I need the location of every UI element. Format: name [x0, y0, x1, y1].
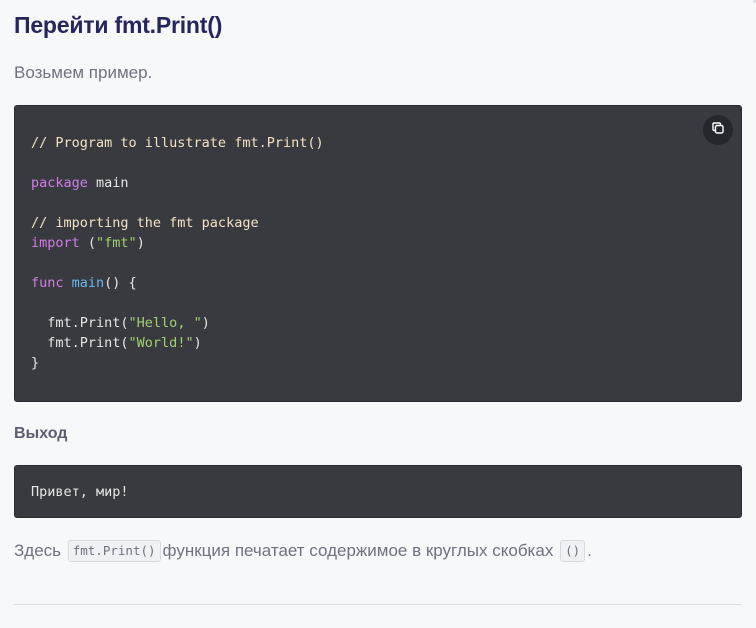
code-text: ) [193, 335, 202, 351]
copy-icon [711, 121, 725, 140]
code-comment: // Program to illustrate fmt.Print() [31, 135, 324, 151]
code-keyword: func [31, 275, 64, 291]
output-text[interactable]: Привет, мир! [31, 483, 129, 501]
explanation-middle: функция печатает содержимое в круглых ск… [162, 541, 554, 560]
output-block: Привет, мир! [14, 465, 742, 518]
explanation-text: Здесь fmt.Print() функция печатает содерж… [14, 539, 592, 563]
code-string: "World!" [128, 335, 194, 351]
code-text: fmt.Print( [31, 335, 129, 351]
section-divider [14, 604, 742, 605]
page-title: Перейти fmt.Print() [14, 12, 223, 38]
code-string: "fmt" [96, 235, 137, 251]
code-content[interactable]: // Program to illustrate fmt.Print() pac… [31, 133, 324, 373]
code-text: main [87, 175, 129, 191]
output-heading: Выход [14, 425, 68, 442]
explanation-before: Здесь [14, 541, 61, 560]
code-text: fmt.Print( [31, 315, 129, 331]
code-block: // Program to illustrate fmt.Print() pac… [14, 105, 742, 402]
code-text: ) [136, 235, 145, 251]
code-text: () { [104, 275, 137, 291]
code-string: "Hello, " [128, 315, 202, 331]
inline-code-fmt-print: fmt.Print() [67, 540, 161, 562]
code-comment: // importing the fmt package [31, 215, 259, 231]
copy-code-button[interactable] [703, 115, 733, 145]
code-text: ( [79, 235, 97, 251]
inline-code-parentheses: () [560, 540, 586, 562]
explanation-after: . [587, 541, 592, 560]
code-keyword: import [31, 235, 80, 251]
code-keyword: package [31, 175, 88, 191]
intro-text: Возьмем пример. [14, 63, 153, 82]
code-function: main [71, 275, 105, 291]
code-text: } [31, 355, 40, 371]
code-text: ) [201, 315, 210, 331]
